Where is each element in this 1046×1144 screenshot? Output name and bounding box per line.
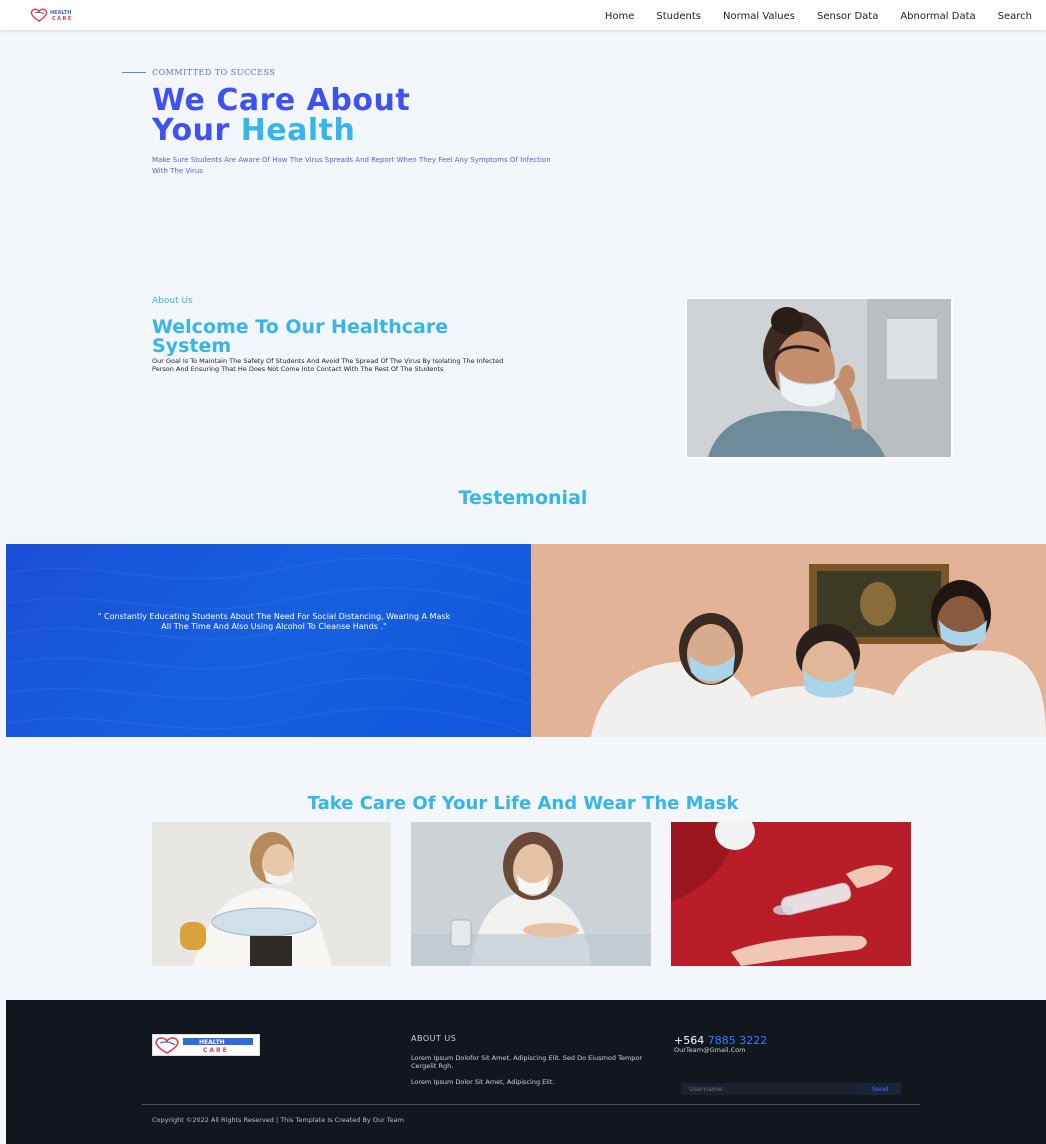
- mask-photo-woman-sanitizer: [411, 822, 651, 966]
- hero-title-health: Health: [240, 113, 356, 148]
- footer-about-text: Lorem Ipsum Dolofor Sit Amet, Adipiscing…: [411, 1054, 643, 1070]
- hero-tagline: COMMITTED TO SUCCESS: [122, 68, 275, 77]
- username-input[interactable]: [681, 1083, 859, 1095]
- svg-text:CARE: CARE: [203, 1047, 229, 1054]
- health-care-logo[interactable]: HEALTH CARE: [30, 7, 96, 23]
- about-label: About Us: [152, 296, 193, 306]
- nav-students[interactable]: Students: [656, 11, 701, 22]
- testimonial-heading: Testemonial: [458, 487, 588, 509]
- mask-photo-woman-walking: [152, 822, 391, 966]
- footer-logo-icon: HEALTH CARE: [155, 1037, 253, 1054]
- nurse-mask-photo: [685, 297, 953, 459]
- svg-text:HEALTH: HEALTH: [199, 1039, 225, 1046]
- hands-sanitizer-illustration: [671, 822, 911, 966]
- footer-copyright: Copyright ©2022 All Rights Reserved | Th…: [152, 1116, 404, 1124]
- about-description: Our Goal Is To Maintain The Safety Of St…: [152, 357, 504, 373]
- footer-logo[interactable]: HEALTH CARE: [152, 1034, 260, 1056]
- nav-links: Home Students Normal Values Sensor Data …: [605, 11, 1032, 22]
- hero-title-your: Your: [152, 113, 230, 148]
- about-title: Welcome To Our Healthcare System: [152, 316, 449, 357]
- nav-search[interactable]: Search: [998, 11, 1032, 22]
- mask-section-heading: Take Care Of Your Life And Wear The Mask: [307, 793, 739, 814]
- footer: HEALTH CARE ABOUT US Lorem Ipsum Dolofor…: [6, 1000, 1046, 1144]
- tagline-divider: [122, 72, 146, 73]
- woman-walking-illustration: [152, 822, 391, 966]
- woman-sanitizer-illustration: [411, 822, 651, 966]
- mask-photo-hands-sanitizer: [671, 822, 911, 966]
- svg-text:CARE: CARE: [52, 16, 73, 22]
- nav-normal-values[interactable]: Normal Values: [723, 11, 795, 22]
- testimonial-band: " Constantly Educating Students About Th…: [6, 544, 1046, 737]
- footer-email[interactable]: OurTeam@Gmail.Com: [674, 1046, 745, 1054]
- students-photo-illustration: [531, 544, 1046, 737]
- footer-about-title: ABOUT US: [411, 1034, 457, 1043]
- hero-tag-text: COMMITTED TO SUCCESS: [152, 68, 276, 77]
- hero-description: Make Sure Students Are Aware Of How The …: [152, 156, 551, 175]
- top-navbar: HEALTH CARE Home Students Normal Values …: [0, 0, 1046, 30]
- wave-pattern: [6, 557, 531, 735]
- nav-home[interactable]: Home: [605, 11, 635, 22]
- footer-subscribe-form: Send: [681, 1083, 901, 1095]
- hero-title-line1: We Care About: [152, 83, 411, 118]
- testimonial-quote: " Constantly Educating Students About Th…: [97, 612, 451, 631]
- footer-about-text-2: Lorem Ipsum Dolor Sit Amet, Adipiscing E…: [411, 1078, 555, 1086]
- nav-sensor-data[interactable]: Sensor Data: [817, 11, 878, 22]
- send-button[interactable]: Send: [859, 1083, 901, 1095]
- nav-abnormal-data[interactable]: Abnormal Data: [900, 11, 975, 22]
- testimonial-quote-panel: " Constantly Educating Students About Th…: [6, 544, 531, 737]
- nurse-photo-illustration: [687, 299, 951, 457]
- hero-title: We Care About Your Health: [152, 86, 410, 146]
- footer-divider: [142, 1104, 920, 1105]
- hero-title-line2: Your Health: [152, 116, 410, 146]
- students-masks-photo: [531, 544, 1046, 737]
